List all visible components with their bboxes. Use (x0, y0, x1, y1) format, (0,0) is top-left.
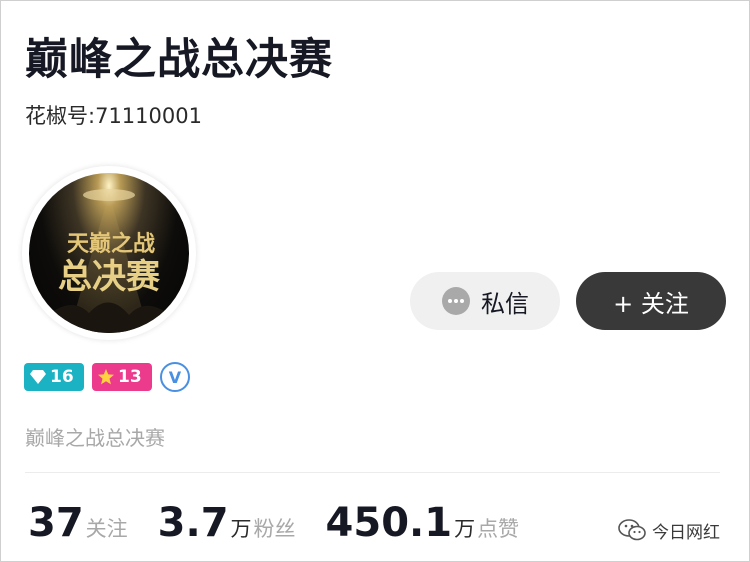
following-label: 关注 (85, 517, 128, 541)
account-id-label: 花椒号: (25, 104, 96, 128)
fans-stat[interactable]: 3.7 万 粉丝 (158, 497, 296, 549)
message-button-label: 私信 (481, 289, 529, 318)
profile-name: 巅峰之战总决赛 (25, 35, 333, 85)
divider (25, 472, 720, 473)
fans-unit: 万 (230, 517, 252, 541)
verified-icon[interactable]: V (160, 362, 190, 392)
profile-bio: 巅峰之战总决赛 (25, 426, 165, 450)
account-id-value: 71110001 (95, 104, 202, 128)
avatar-artwork: 天巅之战 总决赛 (39, 189, 179, 333)
likes-unit: 万 (454, 517, 476, 541)
account-id-row: 花椒号:71110001 (25, 102, 202, 130)
avatar[interactable]: 天巅之战 总决赛 (22, 166, 196, 340)
avatar-image: 天巅之战 总决赛 (29, 173, 189, 333)
fans-count: 3.7 (157, 500, 229, 546)
fans-label: 粉丝 (253, 517, 296, 541)
diamond-level-value: 16 (50, 367, 74, 387)
verified-mark: V (168, 367, 182, 387)
message-button[interactable]: 私信 (410, 272, 560, 330)
watermark-text: 今日网红 (652, 522, 720, 543)
likes-count: 450.1 (325, 500, 453, 546)
diamond-icon (30, 370, 46, 384)
chat-bubble-icon (442, 287, 470, 315)
star-icon (98, 369, 114, 385)
star-level-value: 13 (118, 367, 142, 387)
following-count: 37 (28, 500, 84, 546)
star-level-badge[interactable]: 13 (92, 363, 152, 391)
wechat-icon (618, 519, 646, 541)
diamond-level-badge[interactable]: 16 (24, 363, 84, 391)
avatar-title-bottom: 总决赛 (58, 257, 161, 297)
following-stat[interactable]: 37 关注 (28, 497, 128, 549)
follow-button-label: + 关注 (613, 289, 689, 318)
follow-button[interactable]: + 关注 (576, 272, 726, 330)
likes-stat[interactable]: 450.1 万 点赞 (326, 497, 520, 549)
stats-row: 37 关注 3.7 万 粉丝 450.1 万 点赞 (28, 497, 549, 555)
badge-row: 16 13 V (24, 362, 190, 392)
likes-label: 点赞 (477, 517, 520, 541)
watermark: 今日网红 (618, 516, 720, 544)
avatar-title-top: 天巅之战 (67, 231, 155, 257)
